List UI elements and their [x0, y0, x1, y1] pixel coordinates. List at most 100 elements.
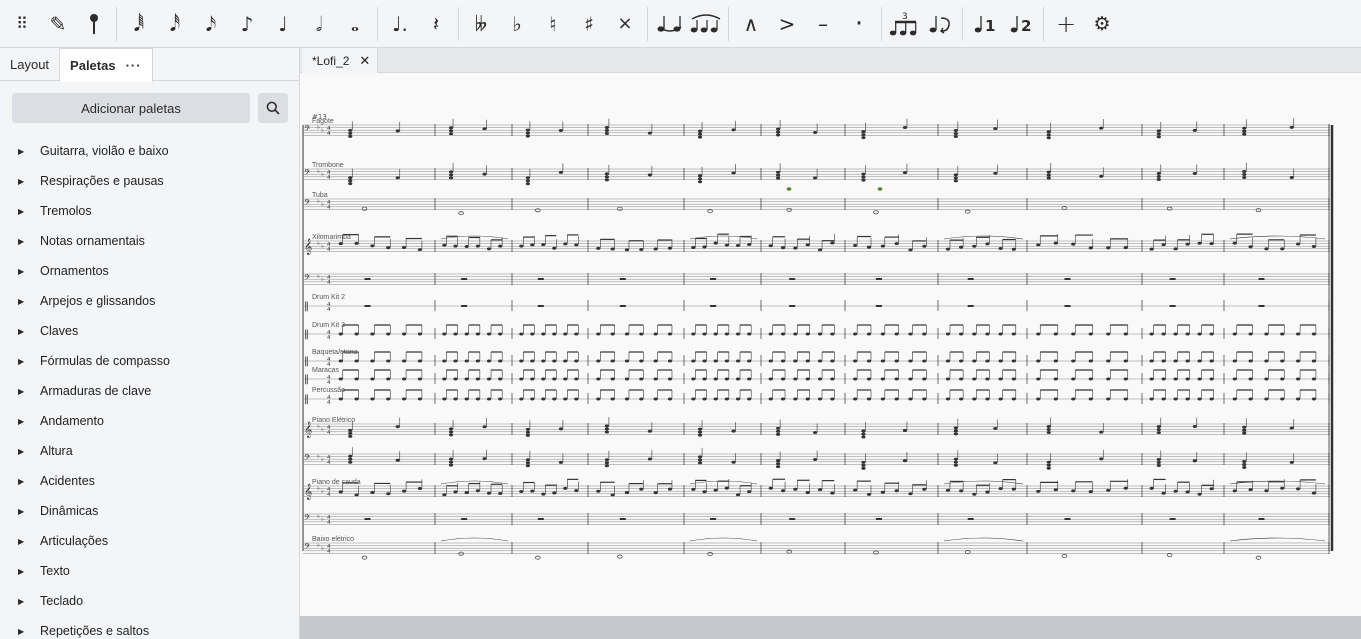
svg-text:‖: ‖	[304, 329, 309, 340]
voice-1-button[interactable]: 1	[967, 4, 1003, 44]
double-flat-icon: 𝄫	[474, 11, 488, 36]
palette-item[interactable]: ▶ Arpejos e glissandos	[0, 286, 299, 316]
palette-item[interactable]: ▶ Guitarra, violão e baixo	[0, 136, 299, 166]
voice-2-button[interactable]: 2	[1003, 4, 1039, 44]
staccato-button[interactable]: ·	[841, 4, 877, 44]
instrument-label: Baqueta/etana	[312, 349, 358, 356]
svg-text:𝄢: 𝄢	[304, 543, 311, 554]
quarter-note-button[interactable]: ♩	[265, 4, 301, 44]
close-icon[interactable]: ✕	[359, 53, 370, 69]
natural-icon: ♮	[549, 11, 557, 36]
palette-item[interactable]: ▶ Tremolos	[0, 196, 299, 226]
palette-item[interactable]: ▶ Teclado	[0, 586, 299, 616]
tie-icon	[656, 13, 684, 35]
pencil-button[interactable]: ✎	[40, 4, 76, 44]
tab-layout[interactable]: Layout	[0, 48, 59, 81]
staff	[303, 513, 1330, 525]
toolbar-separator	[116, 6, 117, 41]
instrument-label: Tuba	[312, 192, 328, 199]
instrument-label: Percussão	[312, 387, 345, 394]
64th-note-button[interactable]: 𝅘𝅥𝅱	[121, 4, 157, 44]
expand-arrow-icon: ▶	[18, 176, 25, 186]
pin-button[interactable]	[76, 4, 112, 44]
palette-item[interactable]: ▶ Notas ornamentais	[0, 226, 299, 256]
palette-item-label: Articulações	[40, 534, 109, 548]
natural-button[interactable]: ♮	[535, 4, 571, 44]
32nd-note-button[interactable]: 𝅘𝅥𝅰	[157, 4, 193, 44]
expand-arrow-icon: ▶	[18, 296, 25, 306]
svg-text:1: 1	[985, 17, 995, 35]
tie-button[interactable]	[652, 4, 688, 44]
staff	[303, 537, 1330, 560]
palette-item[interactable]: ▶ Acidentes	[0, 466, 299, 496]
64th-note-icon: 𝅘𝅥𝅱	[133, 11, 145, 36]
palette-item[interactable]: ▶ Respirações e pausas	[0, 166, 299, 196]
tab-palettes[interactable]: Paletas ···	[59, 48, 153, 82]
slur-icon	[689, 13, 723, 35]
accent-button[interactable]: >	[769, 4, 805, 44]
staff	[303, 369, 1330, 384]
half-note-button[interactable]: 𝅗𝅥	[301, 4, 337, 44]
tuplet-button[interactable]: 3	[886, 4, 922, 44]
rest-icon: 𝄽	[432, 11, 440, 36]
tenuto-button[interactable]: –	[805, 4, 841, 44]
double-sharp-button[interactable]: ×	[607, 4, 643, 44]
palette-item[interactable]: ▶ Texto	[0, 556, 299, 586]
palette-list: ▶ Guitarra, violão e baixo ▶ Respirações e …	[0, 136, 299, 639]
palette-item[interactable]: ▶ Articulações	[0, 526, 299, 556]
flat-button[interactable]: ♭	[499, 4, 535, 44]
more-options-icon[interactable]: ···	[126, 58, 142, 73]
palette-item-label: Repetições e saltos	[40, 624, 150, 638]
staff	[303, 447, 1330, 470]
double-flat-button[interactable]: 𝄫	[463, 4, 499, 44]
instrument-label: Drum Kit 3	[312, 322, 345, 329]
svg-text:𝄢: 𝄢	[304, 274, 311, 285]
voice-1-icon: 1	[973, 13, 997, 35]
rest-button[interactable]: 𝄽	[418, 4, 454, 44]
settings-gear-icon: ⚙	[1093, 12, 1111, 35]
32nd-note-icon: 𝅘𝅥𝅰	[169, 11, 181, 36]
palette-item[interactable]: ▶ Ornamentos	[0, 256, 299, 286]
palette-item[interactable]: ▶ Fórmulas de compasso	[0, 346, 299, 376]
document-tab[interactable]: *Lofi_2 ✕	[302, 48, 378, 73]
half-note-icon: 𝅗𝅥	[315, 11, 323, 36]
palette-item[interactable]: ▶ Repetições e saltos	[0, 616, 299, 639]
add-palettes-button[interactable]: Adicionar paletas	[12, 93, 250, 123]
search-palettes-button[interactable]	[258, 93, 288, 123]
16th-note-button[interactable]: 𝅘𝅥𝅯	[193, 4, 229, 44]
expand-arrow-icon: ▶	[18, 356, 25, 366]
toolbar-separator	[647, 6, 648, 41]
toolbar-separator	[962, 6, 963, 41]
palette-item[interactable]: ▶ Dinâmicas	[0, 496, 299, 526]
palette-item[interactable]: ▶ Armaduras de clave	[0, 376, 299, 406]
palette-item[interactable]: ▶ Andamento	[0, 406, 299, 436]
16th-note-icon: 𝅘𝅥𝅯	[205, 11, 217, 36]
flip-direction-button[interactable]	[922, 4, 958, 44]
marcato-button[interactable]: ∧	[733, 4, 769, 44]
add-button[interactable]: +	[1048, 4, 1084, 44]
svg-text:𝄢: 𝄢	[304, 169, 311, 180]
palette-item[interactable]: ▶ Claves	[0, 316, 299, 346]
svg-text:♭: ♭	[321, 201, 324, 208]
augmentation-dot-button[interactable]: ♩.	[382, 4, 418, 44]
staff	[303, 118, 1330, 140]
drag-handle-button[interactable]: ⠿	[4, 4, 40, 44]
palette-item[interactable]: ▶ Altura	[0, 436, 299, 466]
settings-gear-button[interactable]: ⚙	[1084, 4, 1120, 44]
score-canvas[interactable]: #13 Fagote 𝄢 ♭ ♭ 4 4 Trombone 𝄢 ♭ ♭ 4 4 Tuba 𝄢 ♭ ♭ 4 4 Xilo…	[300, 73, 1361, 616]
sharp-button[interactable]: ♯	[571, 4, 607, 44]
slur-button[interactable]	[688, 4, 724, 44]
eighth-note-button[interactable]: ♪	[229, 4, 265, 44]
svg-text:♭: ♭	[321, 426, 324, 433]
staff	[303, 389, 1330, 404]
tenuto-icon: –	[818, 11, 828, 36]
accent-icon: >	[778, 11, 796, 36]
expand-arrow-icon: ▶	[18, 416, 25, 426]
expand-arrow-icon: ▶	[18, 626, 25, 636]
staff	[303, 478, 1330, 497]
palette-item-label: Respirações e pausas	[40, 174, 164, 188]
whole-note-button[interactable]: 𝅝	[337, 4, 373, 44]
search-icon	[266, 101, 280, 115]
palette-item-label: Teclado	[40, 594, 84, 608]
expand-arrow-icon: ▶	[18, 566, 25, 576]
